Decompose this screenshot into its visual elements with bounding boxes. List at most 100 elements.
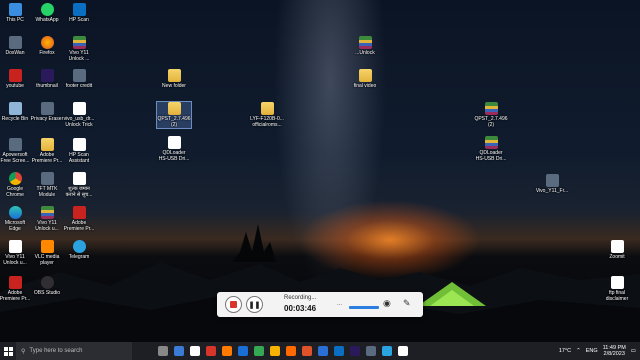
- desktop-icon[interactable]: Apowersoft Free Scree...: [0, 138, 32, 164]
- desktop-icon[interactable]: vivo_usb_dr... Unlock Trick: [62, 102, 96, 128]
- desktop-icon-label: WhatsApp: [35, 17, 59, 23]
- pause-icon: ❚❚: [248, 301, 261, 309]
- archive-icon: [40, 206, 54, 219]
- desktop-icon[interactable]: Vivo Y11 Unlock u...: [0, 240, 32, 266]
- desktop-icon-label: Google Chrome: [6, 186, 24, 198]
- chrome-icon: [8, 172, 22, 185]
- archive-icon: [358, 36, 372, 49]
- desktop-icon[interactable]: Adobe Premiere Pr...: [62, 206, 96, 232]
- desktop-icon-label: शुल्क जमान कराने से सूच...: [65, 186, 93, 198]
- desktop-icon-label: Adobe Premiere Pr...: [31, 152, 63, 164]
- desktop-icon-label: ftp final disclaimer: [605, 290, 629, 302]
- desktop-icon[interactable]: Recycle Bin: [0, 102, 32, 122]
- desktop-icon[interactable]: Google Chrome: [0, 172, 32, 198]
- paint-icon[interactable]: [222, 346, 232, 356]
- word-icon[interactable]: [334, 346, 344, 356]
- desktop-icon[interactable]: VLC media player: [30, 240, 64, 266]
- desktop-icon-label: Recycle Bin: [1, 116, 29, 122]
- telegram-icon: [72, 240, 86, 253]
- desktop-icon[interactable]: Zoomit: [600, 240, 634, 260]
- folder-icon: [167, 69, 181, 82]
- premiere-icon[interactable]: [350, 346, 360, 356]
- file-explorer-icon[interactable]: [174, 346, 184, 356]
- firefox-dev-icon[interactable]: [302, 346, 312, 356]
- desktop-wallpaper: [0, 0, 640, 342]
- clock-date: 2/8/2023: [603, 351, 625, 357]
- folder-icon: [358, 69, 372, 82]
- desktop-icon[interactable]: Adobe Premiere Pr...: [30, 138, 64, 164]
- desktop-icon[interactable]: New folder: [157, 69, 191, 89]
- desktop-icon[interactable]: HP Scan Assistant: [62, 138, 96, 164]
- desktop-icon[interactable]: Adobe Premiere Pr...: [0, 276, 32, 302]
- desktop-icon[interactable]: ...Unlock: [348, 36, 382, 56]
- pause-recording-button[interactable]: ❚❚: [246, 296, 263, 313]
- weather-temperature[interactable]: 17°C: [559, 348, 571, 354]
- desktop-icon-label: QPST_2.7.496 (2): [157, 116, 191, 128]
- telegram-icon[interactable]: [382, 346, 392, 356]
- screen-recorder-toolbar: ❚❚ Recording... 00:03:46 ... ◉ ✎: [217, 292, 423, 317]
- desktop-icon-label: Apowersoft Free Scree...: [0, 152, 30, 164]
- premiere-icon: [40, 69, 54, 82]
- desktop-icon[interactable]: Telegram: [62, 240, 96, 260]
- desktop-icon-label: Vivo Y11 Unlock u...: [3, 254, 27, 266]
- desktop-icon[interactable]: HP Scan: [62, 3, 96, 23]
- edge-icon[interactable]: [238, 346, 248, 356]
- desktop-icon[interactable]: TFT MTK Module: [30, 172, 64, 198]
- desktop-icon[interactable]: OBS Studio: [30, 276, 64, 296]
- document-icon: [167, 136, 181, 149]
- desktop-icon[interactable]: Firefox: [30, 36, 64, 56]
- desktop-icon[interactable]: Vivo Y11 Unlock u...: [30, 206, 64, 232]
- desktop-icon[interactable]: QPST_2.7.496 (2): [156, 101, 192, 129]
- pdf-reader-icon[interactable]: [206, 346, 216, 356]
- app-icon[interactable]: [366, 346, 376, 356]
- app-icon: [72, 69, 86, 82]
- desktop-icon[interactable]: LYF-F120B-0... officialroms...: [250, 102, 284, 128]
- desktop-icon[interactable]: Microsoft Edge: [0, 206, 32, 232]
- desktop-icon[interactable]: DosWan: [0, 36, 32, 56]
- desktop-icon[interactable]: Privacy Eraser: [30, 102, 64, 122]
- desktop-icon[interactable]: Vivo_Y11_Fr...: [535, 174, 569, 194]
- language-indicator[interactable]: ENG: [586, 348, 598, 354]
- notification-icon[interactable]: ▭: [631, 348, 636, 354]
- desktop-icon-label: New folder: [162, 83, 186, 89]
- taskbar-search[interactable]: ⚲ Type here to search: [16, 342, 132, 360]
- desktop-icon[interactable]: Vivo Y11 Unlock ...: [62, 36, 96, 62]
- desktop-icon[interactable]: final video: [348, 69, 382, 89]
- clock[interactable]: 11:49 PM 2/8/2023: [603, 345, 626, 357]
- mail-icon[interactable]: [190, 346, 200, 356]
- desktop-icon[interactable]: WhatsApp: [30, 3, 64, 23]
- desktop-icon-label: ...Unlock: [355, 50, 375, 56]
- search-placeholder: Type here to search: [29, 348, 83, 354]
- stop-icon: [230, 301, 237, 308]
- mic-icon[interactable]: ◉: [383, 298, 391, 309]
- recorder-more[interactable]: ...: [337, 301, 342, 307]
- task-view-icon[interactable]: [158, 346, 168, 356]
- desktop-icon[interactable]: QPST_2.7.496 (2): [474, 102, 508, 128]
- desktop-icon[interactable]: footer credit: [62, 69, 96, 89]
- desktop-icon-label: OBS Studio: [33, 290, 61, 296]
- desktop-icon-label: Zoomit: [609, 254, 625, 260]
- desktop-icon[interactable]: QDLoader HS-USB Dri...: [474, 136, 508, 162]
- desktop-icon[interactable]: thumbnail: [30, 69, 64, 89]
- desktop-icon-label: Microsoft Edge: [4, 220, 26, 232]
- pen-icon[interactable]: ✎: [403, 298, 411, 309]
- chevron-up-icon[interactable]: ⌃: [576, 348, 581, 354]
- desktop-icon[interactable]: youtube: [0, 69, 32, 89]
- firefox-icon[interactable]: [286, 346, 296, 356]
- desktop-icon-label: Adobe Premiere Pr...: [63, 220, 95, 232]
- stop-recording-button[interactable]: [225, 296, 242, 313]
- start-button[interactable]: [0, 342, 16, 360]
- folder-icon: [167, 102, 181, 115]
- desktop-icon-label: This PC: [6, 17, 24, 23]
- desktop-icon-label: HP Scan Assistant: [68, 152, 90, 164]
- desktop-icon[interactable]: This PC: [0, 3, 32, 23]
- desktop-icon[interactable]: QDLoader HS-USB Dri...: [157, 136, 191, 162]
- bluetooth-icon[interactable]: [318, 346, 328, 356]
- desktop-icon[interactable]: शुल्क जमान कराने से सूच...: [62, 172, 96, 198]
- chrome-canary-icon[interactable]: [270, 346, 280, 356]
- desktop-icon[interactable]: ftp final disclaimer: [600, 276, 634, 302]
- edge-icon: [8, 206, 22, 219]
- search-icon: ⚲: [21, 348, 26, 355]
- chrome-icon[interactable]: [254, 346, 264, 356]
- obs-icon[interactable]: [398, 346, 408, 356]
